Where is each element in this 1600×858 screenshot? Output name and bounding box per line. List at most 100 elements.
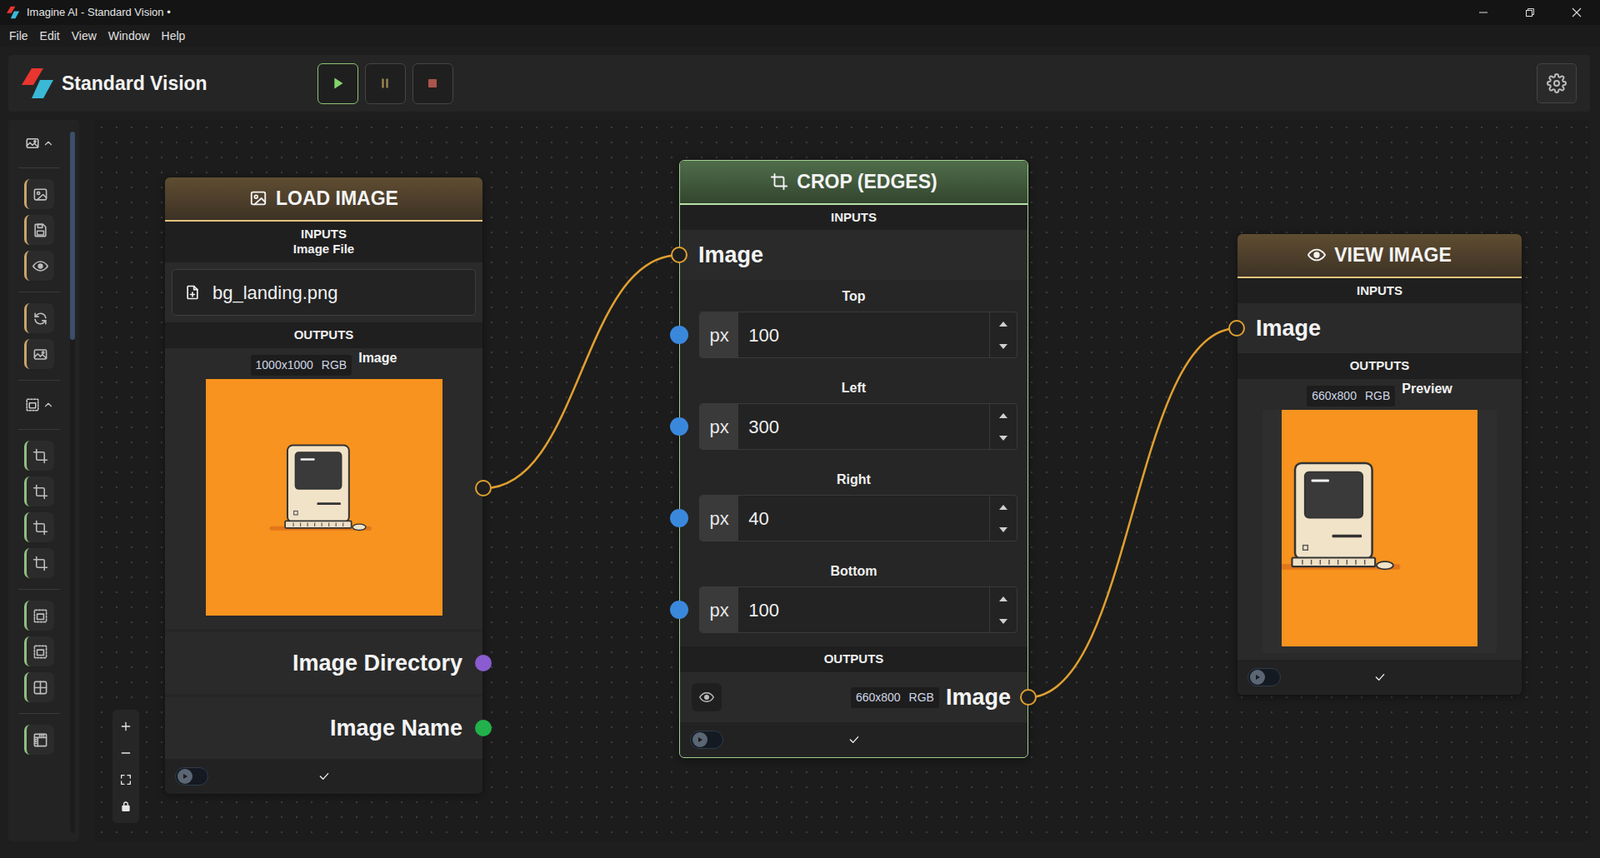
output-label: Image (358, 348, 397, 369)
sidebar-item[interactable] (24, 339, 55, 370)
port-dot[interactable] (475, 720, 492, 737)
port-dot[interactable] (670, 246, 688, 264)
sidebar-item[interactable] (24, 636, 55, 667)
image-size: 660x800 (855, 689, 901, 707)
sidebar-item[interactable] (24, 548, 55, 579)
decrement-icon[interactable] (990, 610, 1017, 633)
number-field[interactable]: px (699, 586, 1018, 634)
sidebar-divider (18, 589, 60, 590)
section-header: INPUTSImage File (165, 221, 483, 264)
increment-icon[interactable] (990, 404, 1017, 427)
menu-item[interactable]: Help (155, 25, 192, 47)
sidebar-item[interactable] (24, 512, 55, 543)
number-field[interactable]: px (699, 495, 1018, 542)
crop-icon (32, 520, 49, 536)
node-header[interactable]: CROP (EDGES) (680, 160, 1028, 205)
preview-toggle[interactable] (691, 683, 722, 712)
node-header[interactable]: LOAD IMAGE (165, 177, 483, 222)
settings-button[interactable] (1536, 63, 1577, 104)
sidebar-item[interactable] (24, 476, 55, 507)
spinner (989, 587, 1017, 633)
sidebar-item[interactable] (24, 250, 55, 281)
param-input[interactable] (738, 495, 990, 541)
port-dot[interactable] (670, 417, 689, 436)
sidebar-item[interactable] (24, 303, 55, 334)
port-dot[interactable] (1020, 689, 1037, 706)
sidebar-item[interactable] (24, 672, 55, 703)
sidebar-divider (18, 380, 60, 381)
zoom-in-button[interactable] (112, 713, 140, 740)
section-label: INPUTS (683, 210, 1025, 226)
node-footer (1237, 660, 1522, 695)
node-title: CROP (EDGES) (796, 167, 937, 197)
port-dot[interactable] (670, 600, 689, 620)
check-icon (317, 770, 331, 784)
pause-button[interactable] (365, 63, 406, 105)
image-output-row: 660x800RGBImage (680, 672, 1028, 723)
increment-icon[interactable] (990, 587, 1017, 610)
param-input[interactable] (738, 312, 990, 358)
play-button[interactable] (317, 63, 359, 105)
stop-icon (423, 74, 442, 93)
output-label: Preview (1401, 379, 1452, 400)
ruler-icon (32, 732, 49, 749)
connection-wire[interactable] (1028, 328, 1237, 698)
param-input[interactable] (738, 404, 990, 450)
sidebar-group-header[interactable] (25, 130, 55, 157)
lock-button[interactable] (112, 793, 140, 820)
auto-run-toggle[interactable] (1247, 668, 1281, 687)
load-image-node[interactable]: LOAD IMAGEINPUTSImage File bg_landing.png… (165, 177, 483, 795)
sidebar-item[interactable] (24, 725, 55, 755)
app-header: Standard Vision (8, 55, 1590, 112)
crop-edges-node[interactable]: CROP (EDGES)INPUTSImageToppxLeftpxRightp… (679, 160, 1029, 759)
node-footer (165, 759, 483, 795)
increment-icon[interactable] (990, 495, 1017, 519)
decrement-icon[interactable] (990, 335, 1017, 358)
port-dot[interactable] (670, 509, 689, 528)
auto-run-toggle[interactable] (175, 767, 209, 786)
auto-run-toggle[interactable] (690, 730, 724, 750)
image-icon (32, 186, 49, 203)
file-row: bg_landing.png (165, 262, 483, 323)
port-dot[interactable] (670, 325, 689, 345)
toggle-cell (175, 767, 318, 786)
port-dot[interactable] (1228, 320, 1245, 337)
file-field[interactable]: bg_landing.png (171, 269, 476, 316)
view-image-node[interactable]: VIEW IMAGEINPUTSImageOUTPUTS660x800RGBPr… (1237, 234, 1522, 695)
sidebar-item[interactable] (24, 440, 55, 471)
connection-wire[interactable] (483, 255, 680, 489)
port-dot[interactable] (475, 655, 492, 672)
param-row: px (680, 311, 1028, 372)
zoom-controls (112, 710, 140, 824)
sidebar-group-header[interactable] (25, 391, 55, 419)
sidebar-item[interactable] (24, 215, 55, 245)
minimize-icon[interactable] (1460, 0, 1507, 25)
zoom-out-button[interactable] (112, 740, 140, 767)
fit-view-button[interactable] (112, 766, 140, 794)
stop-button[interactable] (412, 63, 454, 105)
decrement-icon[interactable] (990, 518, 1017, 541)
menu-item[interactable]: View (65, 25, 103, 47)
node-canvas[interactable]: LOAD IMAGEINPUTSImage File bg_landing.png… (94, 120, 1590, 842)
restore-icon[interactable] (1506, 0, 1554, 25)
menu-item[interactable]: File (3, 25, 35, 47)
sidebar-item[interactable] (24, 600, 55, 631)
sidebar-item[interactable] (24, 179, 55, 210)
number-field[interactable]: px (699, 311, 1018, 359)
node-header[interactable]: VIEW IMAGE (1237, 234, 1522, 279)
app-logo-icon (21, 66, 55, 100)
sidebar-scrollbar[interactable] (70, 131, 75, 834)
group-icon (25, 397, 40, 413)
close-icon[interactable] (1553, 0, 1600, 25)
play-icon (692, 732, 708, 748)
port-dot[interactable] (475, 480, 492, 497)
increment-icon[interactable] (990, 312, 1017, 335)
menu-item[interactable]: Edit (34, 25, 66, 47)
number-field[interactable]: px (699, 403, 1018, 450)
menu-item[interactable]: Window (102, 25, 156, 47)
param-input[interactable] (738, 587, 990, 633)
scroll-thumb[interactable] (70, 131, 75, 340)
decrement-icon[interactable] (990, 426, 1017, 450)
photoedit-icon (32, 346, 49, 363)
unit-label: px (700, 312, 739, 358)
